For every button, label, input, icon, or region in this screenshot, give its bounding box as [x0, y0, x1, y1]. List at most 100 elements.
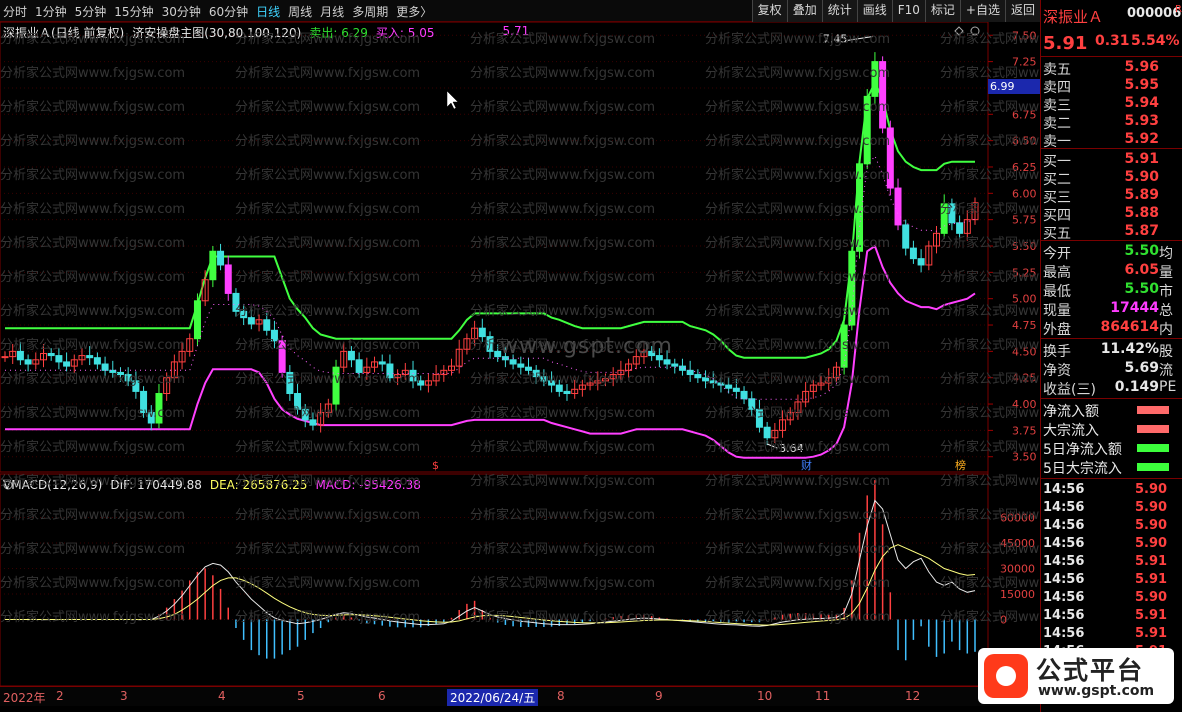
- event-marker: 财: [801, 458, 812, 472]
- candle-body: [378, 361, 386, 365]
- candle-body: [956, 222, 964, 234]
- tab-period[interactable]: 周线: [288, 3, 312, 20]
- tool-buttons: 复权 叠加 统计 画线 F10 标记 +自选 返回: [751, 0, 1040, 22]
- center-watermark: www.gspt.com: [500, 334, 673, 359]
- stat-value: 5.50: [1124, 243, 1159, 259]
- sell-value: 卖出: 6.29: [309, 26, 368, 40]
- tab-period[interactable]: 30分钟: [162, 3, 201, 20]
- fundamental-label: 换手: [1043, 344, 1071, 360]
- tab-period[interactable]: 60分钟: [209, 3, 248, 20]
- candle-body: [1, 356, 9, 359]
- bid-label: 买四: [1043, 208, 1071, 224]
- bid-row: 买四 5.88: [1043, 205, 1181, 224]
- price-tick-label: 3.50: [1012, 451, 1037, 464]
- toolbar-button[interactable]: 复权: [751, 0, 787, 22]
- toolbar-button[interactable]: +自选: [959, 0, 1005, 22]
- toolbar-button[interactable]: 统计: [821, 0, 857, 22]
- fundamental-tail: 流: [1159, 363, 1173, 379]
- toolbar-button[interactable]: F10: [891, 0, 925, 22]
- ask-price: 5.92: [1124, 131, 1159, 147]
- candle-body: [524, 366, 532, 371]
- tick-time: 14:56: [1043, 482, 1085, 497]
- low-label: 3.64: [779, 442, 804, 455]
- candle-body: [93, 357, 101, 365]
- candle-body: [863, 95, 871, 165]
- toolbar-button[interactable]: 叠加: [786, 0, 822, 22]
- ask-row: 卖五 5.96: [1043, 59, 1181, 78]
- tab-period[interactable]: 分时: [3, 3, 27, 20]
- vmacd-dif: DIF: 170449.88: [110, 478, 202, 492]
- tick-row: 14:56 5.91: [1043, 608, 1179, 626]
- tab-period[interactable]: 5分钟: [75, 3, 107, 20]
- tick-time: 14:56: [1043, 554, 1085, 569]
- date-label: 4: [218, 689, 226, 703]
- tab-period[interactable]: 日线: [256, 3, 280, 20]
- toolbar-button[interactable]: 标记: [924, 0, 960, 22]
- candle-body: [86, 355, 94, 359]
- stat-label: 最高: [1043, 265, 1071, 281]
- ask-row: 卖一 5.92: [1043, 131, 1181, 150]
- tick-price: 5.90: [1135, 518, 1168, 533]
- volume-tick-label: 30000: [1000, 563, 1035, 576]
- candle-body: [848, 250, 856, 326]
- date-label: 8: [557, 689, 565, 703]
- candle-body: [101, 363, 109, 371]
- stat-row: 最低 5.50 市: [1043, 281, 1181, 300]
- tab-period[interactable]: 15分钟: [114, 3, 153, 20]
- ask-price: 5.96: [1124, 59, 1159, 75]
- flow-bar: [1137, 444, 1169, 452]
- stock-header: 深振业Ａ 000006 R: [1043, 4, 1182, 26]
- candle-body: [940, 203, 948, 234]
- toolbar-button[interactable]: 返回: [1004, 0, 1040, 22]
- tick-price: 5.91: [1135, 572, 1168, 587]
- tick-time: 14:56: [1043, 590, 1085, 605]
- tick-time: 14:56: [1043, 608, 1085, 623]
- tab-period[interactable]: 更多〉: [396, 3, 432, 20]
- price-tick-label: 7.50: [1012, 29, 1037, 42]
- stat-tail: 总: [1159, 303, 1173, 319]
- date-axis: 2022年 2 3 4 5 6 2022/06/24/五 8 9 10 11 12: [0, 686, 1040, 706]
- fundamental-value: 0.149: [1114, 379, 1159, 395]
- candle-body: [540, 376, 548, 382]
- candle-body: [209, 250, 217, 281]
- tab-period[interactable]: 多周期: [352, 3, 388, 20]
- bid-row: 买三 5.89: [1043, 187, 1181, 206]
- vmacd-name: VMACD(12,26,9): [3, 478, 103, 492]
- chart-canvas[interactable]: 7.507.257.006.756.506.256.005.755.505.25…: [0, 22, 1040, 712]
- candle-body: [886, 127, 894, 189]
- toolbar-button[interactable]: 画线: [856, 0, 892, 22]
- high-label: 7.45: [823, 33, 848, 46]
- date-label: 3: [120, 689, 128, 703]
- tick-row: 14:56 5.90: [1043, 518, 1179, 536]
- volume-tick-label: 15000: [1000, 588, 1035, 601]
- fundamental-row: 换手 11.42% 股: [1043, 341, 1181, 360]
- band-upper-line: [5, 80, 975, 359]
- price-change-pct: 5.54%: [1131, 33, 1180, 49]
- candle-body: [332, 366, 340, 405]
- date-label: 2022年: [3, 691, 46, 705]
- site-logo: 公式平台 www.gspt.com: [978, 648, 1174, 704]
- candle-body: [63, 361, 71, 367]
- price-tick-label: 4.25: [1012, 372, 1037, 385]
- tab-period[interactable]: 月线: [320, 3, 344, 20]
- logo-title: 公式平台: [1036, 656, 1145, 685]
- stat-label: 外盘: [1043, 322, 1071, 338]
- logo-url: www.gspt.com: [1038, 683, 1155, 699]
- candle-body: [193, 300, 201, 340]
- cursor-price-tag: 6.99: [988, 79, 1040, 94]
- mouse-cursor-icon: [446, 90, 459, 110]
- bid-label: 买一: [1043, 154, 1071, 170]
- candle-body: [232, 292, 240, 312]
- tab-period[interactable]: 1分钟: [35, 3, 67, 20]
- kline-chart[interactable]: 7.507.257.006.756.506.256.005.755.505.25…: [0, 22, 1125, 712]
- stat-row: 现量 17444 总: [1043, 300, 1181, 319]
- price-tick-label: 5.50: [1012, 240, 1037, 253]
- stat-tail: 市: [1159, 284, 1173, 300]
- price-tick-label: 6.75: [1012, 108, 1037, 121]
- candle-body: [563, 390, 571, 395]
- price-tick-label: 4.75: [1012, 319, 1037, 332]
- candle-body: [902, 224, 910, 249]
- diamond-icon: [954, 26, 964, 36]
- candle-body: [116, 371, 124, 376]
- candle-body: [478, 327, 486, 338]
